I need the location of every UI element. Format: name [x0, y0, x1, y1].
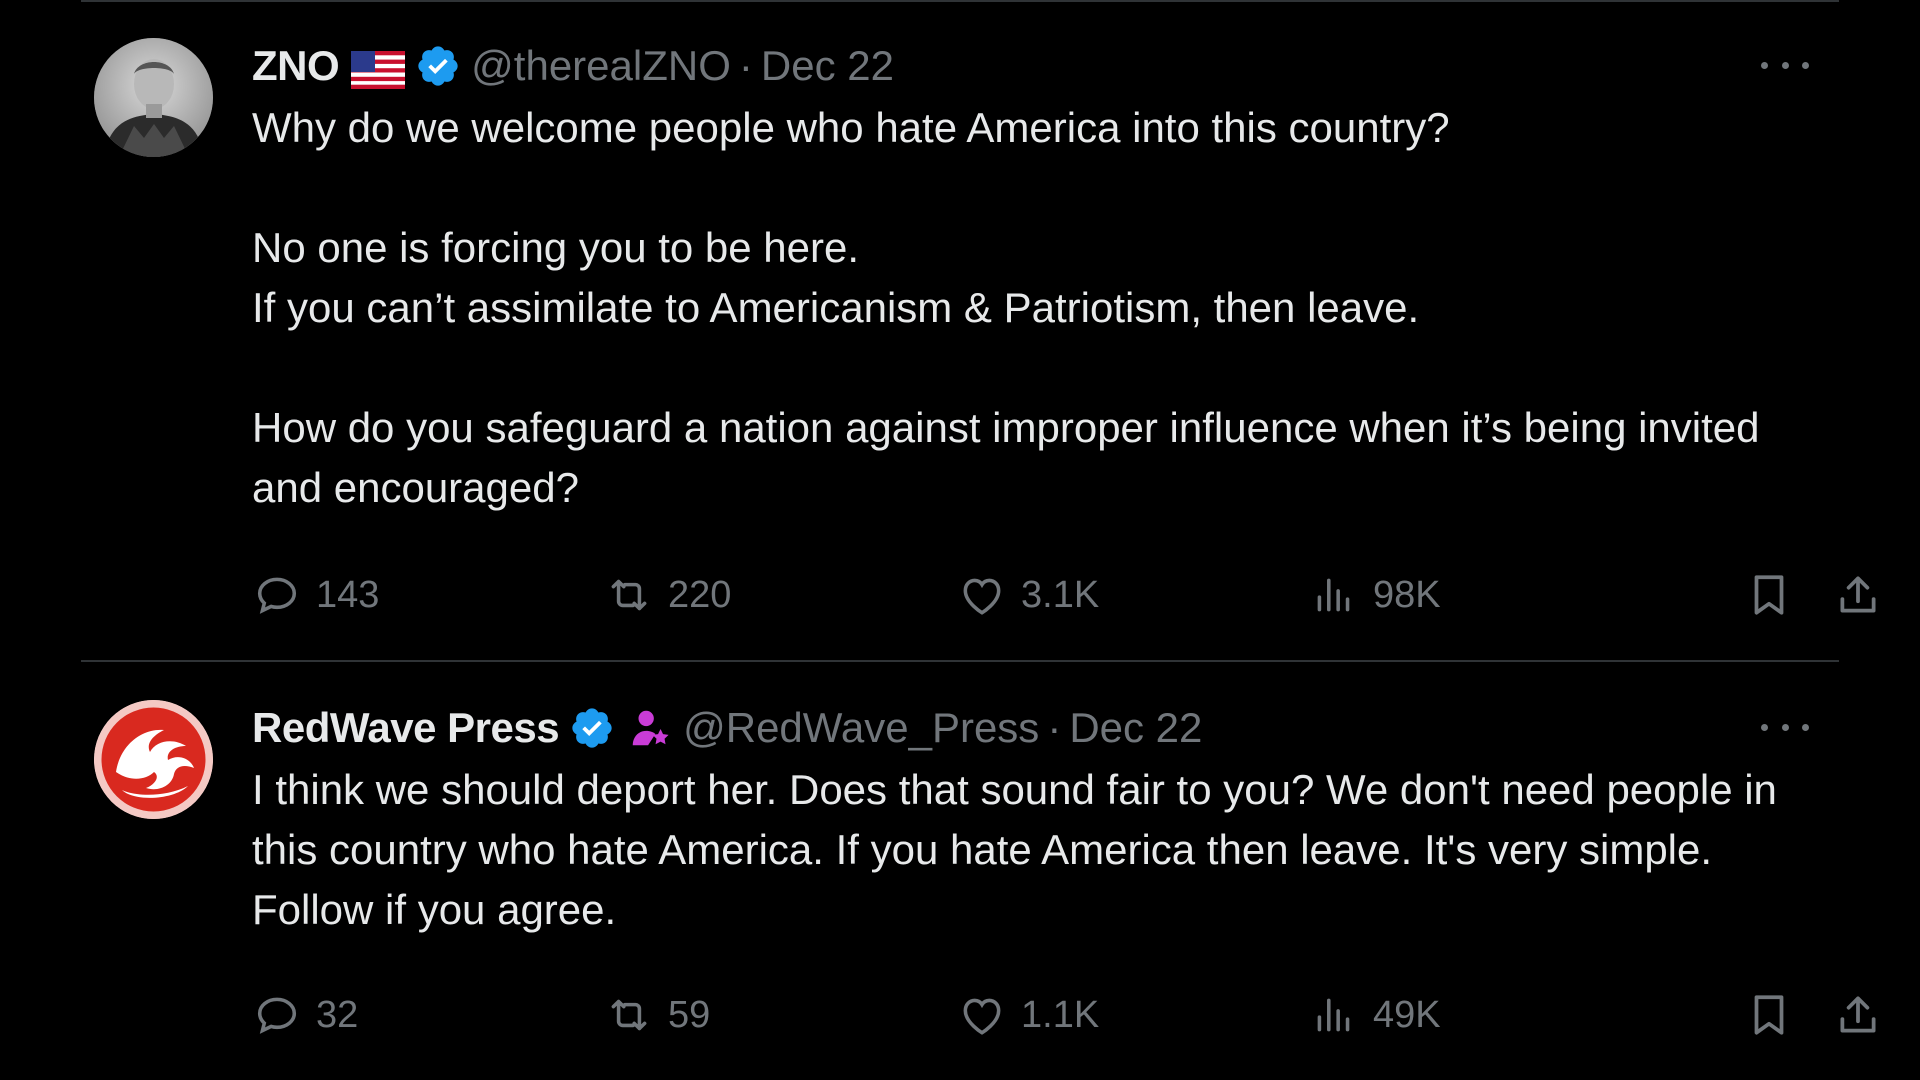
share-button[interactable] [1833, 567, 1883, 623]
views-button[interactable]: 49K [1309, 987, 1441, 1043]
tweet-paragraph: Why do we welcome people who hate Americ… [252, 104, 1450, 151]
tweet-text: I think we should deport her. Does that … [252, 760, 1809, 940]
avatar[interactable] [94, 38, 213, 157]
tweet-paragraph: No one is forcing you to be here. If you… [252, 224, 1420, 331]
handle[interactable]: @RedWave_Press [683, 700, 1039, 756]
reply-icon [257, 997, 297, 1034]
affiliate-person-icon[interactable] [627, 705, 673, 751]
display-name[interactable]: RedWave Press [252, 700, 560, 756]
tweet-paragraph: How do you safeguard a nation against im… [252, 404, 1760, 511]
share-icon [1840, 996, 1876, 1033]
views-count: 49K [1373, 993, 1441, 1036]
reply-icon [257, 577, 297, 614]
separator-dot: · [1047, 704, 1062, 751]
handle[interactable]: @therealZNO [471, 38, 731, 94]
avatar[interactable] [94, 700, 213, 819]
repost-count: 59 [668, 993, 711, 1036]
reply-button[interactable]: 143 [252, 567, 379, 623]
bookmark-icon [1754, 995, 1784, 1035]
tweet-text: Why do we welcome people who hate Americ… [252, 98, 1809, 518]
us-flag-icon [351, 47, 406, 89]
share-button[interactable] [1833, 987, 1883, 1043]
like-button[interactable]: 3.1K [957, 567, 1099, 623]
bookmark-button[interactable] [1744, 567, 1794, 623]
tweet-actions: 143 220 3.1K 98K [81, 567, 1876, 623]
reply-count: 143 [316, 573, 380, 616]
timeline-feed: ZNO @therealZNO · Dec 22 Why do we welco… [0, 0, 1920, 1080]
verified-badge-icon[interactable] [569, 705, 615, 751]
like-button[interactable]: 1.1K [957, 987, 1099, 1043]
views-count: 98K [1373, 573, 1441, 616]
more-icon[interactable] [1761, 710, 1809, 744]
views-icon [1317, 578, 1350, 612]
like-icon [963, 998, 1001, 1035]
tweet-paragraph: I think we should deport her. Does that … [252, 766, 1777, 933]
more-icon[interactable] [1761, 48, 1809, 82]
verified-badge-icon[interactable] [415, 43, 461, 89]
tweet-actions: 32 59 1.1K 49K [81, 987, 1876, 1043]
repost-icon [611, 579, 647, 611]
share-icon [1840, 576, 1876, 613]
views-button[interactable]: 98K [1309, 567, 1441, 623]
repost-count: 220 [668, 573, 732, 616]
tweet-date[interactable]: Dec 22 [1069, 700, 1202, 756]
repost-button[interactable]: 220 [604, 567, 731, 623]
tweet-header: RedWave Press @RedWave_Press · Dec 22 [252, 700, 1809, 756]
like-count: 3.1K [1021, 573, 1100, 616]
separator-dot: · [738, 42, 753, 89]
repost-icon [611, 999, 647, 1031]
like-icon [963, 578, 1001, 615]
bookmark-button[interactable] [1744, 987, 1794, 1043]
repost-button[interactable]: 59 [604, 987, 710, 1043]
tweet-header: ZNO @therealZNO · Dec 22 [252, 38, 1809, 94]
like-count: 1.1K [1021, 993, 1100, 1036]
bookmark-icon [1754, 575, 1784, 615]
tweet[interactable]: ZNO @therealZNO · Dec 22 Why do we welco… [81, 0, 1876, 662]
tweet[interactable]: RedWave Press @RedWave_Press · Dec 22 I … [81, 662, 1876, 1080]
reply-button[interactable]: 32 [252, 987, 358, 1043]
reply-count: 32 [316, 993, 359, 1036]
tweet-date[interactable]: Dec 22 [761, 38, 894, 94]
display-name[interactable]: ZNO [252, 38, 340, 94]
views-icon [1317, 998, 1350, 1032]
